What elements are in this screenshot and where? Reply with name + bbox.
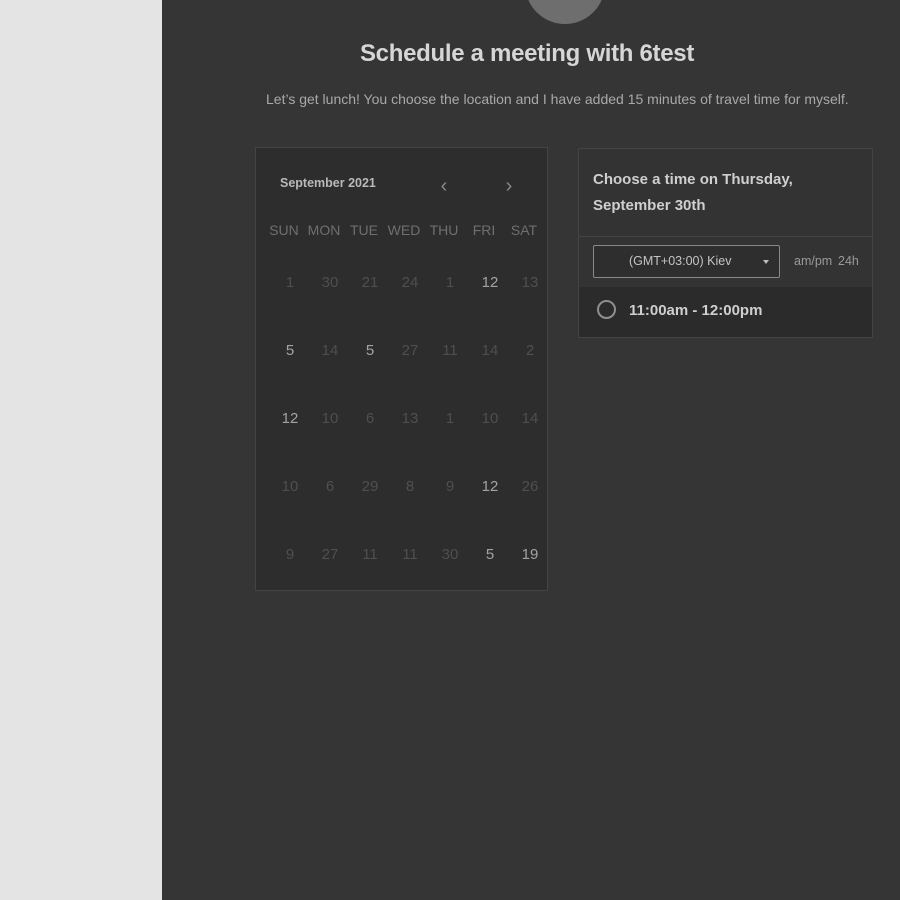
- calendar-day: 14: [481, 341, 499, 359]
- calendar-day: 1: [445, 273, 455, 291]
- calendar-day: 1: [285, 273, 295, 291]
- calendar-day: 24: [401, 273, 419, 291]
- weekday-label: FRI: [472, 222, 496, 238]
- calendar-day: 10: [281, 477, 299, 495]
- timezone-select[interactable]: (GMT+03:00) Kiev: [593, 245, 780, 278]
- calendar-weekday-header: SUN MON TUE WED THU FRI SAT: [264, 222, 544, 238]
- calendar-day: 9: [445, 477, 455, 495]
- calendar-day: 11: [402, 545, 418, 563]
- divider: [579, 236, 872, 237]
- caret-down-icon: [763, 260, 769, 264]
- calendar-day: 10: [321, 409, 339, 427]
- calendar-day: 26: [521, 477, 539, 495]
- calendar-day-available[interactable]: 12: [470, 248, 510, 316]
- calendar-day: 6: [365, 409, 375, 427]
- calendar-day-available[interactable]: 5: [270, 316, 310, 384]
- calendar-day-available[interactable]: 12: [270, 384, 310, 452]
- calendar-day: 8: [405, 477, 415, 495]
- calendar-day: 13: [521, 273, 539, 291]
- calendar-day-available[interactable]: 12: [470, 452, 510, 520]
- weekday-label: MON: [307, 222, 341, 238]
- calendar-day: 11: [442, 341, 458, 359]
- weekday-label: TUE: [350, 222, 378, 238]
- calendar-day: 11: [362, 545, 378, 563]
- calendar-day: 27: [401, 341, 419, 359]
- avatar: [525, 0, 605, 24]
- calendar-day: 14: [321, 341, 339, 359]
- chevron-right-icon[interactable]: ›: [497, 174, 521, 198]
- calendar: September 2021 ‹ › SUN MON TUE WED THU F…: [255, 147, 548, 591]
- calendar-day: 10: [481, 409, 499, 427]
- weekday-label: SUN: [269, 222, 299, 238]
- scheduler-panel: Schedule a meeting with 6test Let’s get …: [162, 0, 900, 900]
- timezone-value: (GMT+03:00) Kiev: [629, 254, 732, 268]
- calendar-day: 1: [445, 409, 455, 427]
- calendar-day-available[interactable]: 5: [350, 316, 390, 384]
- calendar-day: 14: [521, 409, 539, 427]
- calendar-day: 29: [361, 477, 379, 495]
- time-slot-label: 11:00am - 12:00pm: [629, 302, 763, 319]
- calendar-day: 27: [321, 545, 339, 563]
- calendar-day: 30: [321, 273, 339, 291]
- calendar-day: 2: [525, 341, 535, 359]
- left-gutter: [0, 0, 162, 900]
- calendar-day-available[interactable]: 5: [470, 520, 510, 588]
- time-picker: Choose a time on Thursday, September 30t…: [578, 148, 873, 338]
- time-picker-heading: Choose a time on Thursday, September 30t…: [593, 171, 793, 214]
- weekday-label: WED: [387, 222, 421, 238]
- weekday-label: THU: [429, 222, 459, 238]
- page-subtitle: Let’s get lunch! You choose the location…: [266, 91, 849, 107]
- calendar-day: 6: [325, 477, 335, 495]
- time-slot[interactable]: 11:00am - 12:00pm: [579, 287, 872, 337]
- format-24h-toggle[interactable]: 24h: [838, 254, 859, 268]
- calendar-day-grid: 1 30 21 24 1 12 13 5 14 5 27 11 14 2 12 10 6 13 1 10 14 10 6 29…: [270, 248, 550, 588]
- page-title: Schedule a meeting with 6test: [359, 40, 695, 67]
- calendar-day: 30: [441, 545, 459, 563]
- calendar-day: 13: [401, 409, 419, 427]
- calendar-day-available[interactable]: 19: [510, 520, 550, 588]
- calendar-day: 9: [285, 545, 295, 563]
- chevron-left-icon[interactable]: ‹: [432, 174, 456, 198]
- format-ampm-toggle[interactable]: am/pm: [794, 254, 832, 268]
- calendar-day: 21: [361, 273, 379, 291]
- calendar-month-label: September 2021: [280, 176, 376, 190]
- radio-icon[interactable]: [597, 300, 616, 319]
- weekday-label: SAT: [510, 222, 538, 238]
